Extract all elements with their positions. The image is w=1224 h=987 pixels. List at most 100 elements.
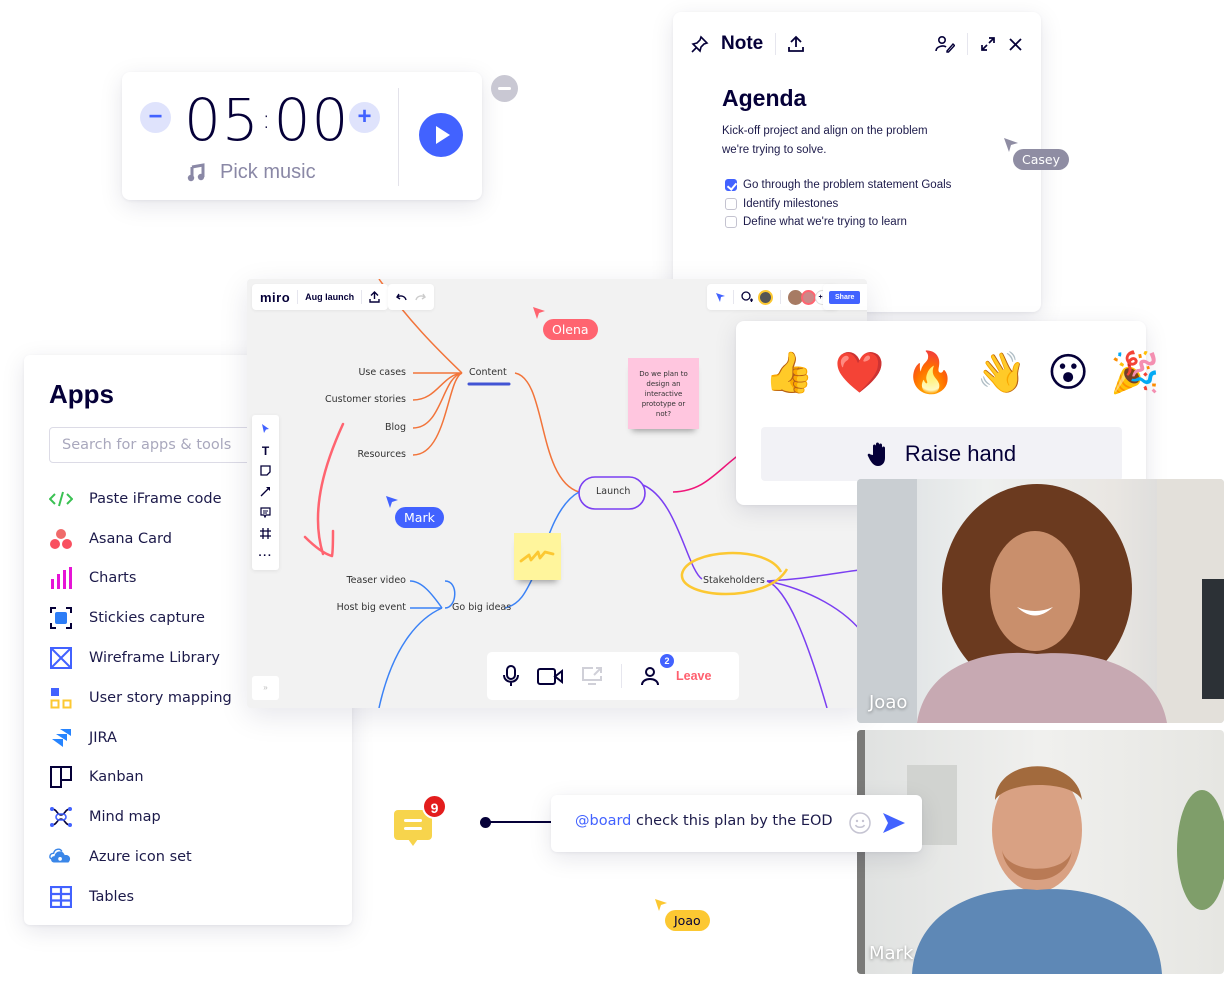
app-item-asana[interactable]: Asana Card [49,519,232,559]
checkbox-checked[interactable] [725,179,737,192]
avatar[interactable] [758,289,773,305]
expand-panel-button[interactable]: » [252,676,279,700]
frame-icon[interactable] [260,528,271,543]
music-note-icon [187,162,205,181]
checklist-item[interactable]: Go through the problem statement Goals [725,176,951,195]
microphone-icon[interactable] [503,665,519,687]
share-button[interactable]: Share [829,290,861,304]
participants-icon[interactable] [640,666,660,686]
sticky-note-icon[interactable] [260,465,271,480]
app-item-wireframe[interactable]: Wireframe Library [49,638,232,678]
wave-icon[interactable]: 👋 [976,347,1026,399]
timer-increment-button[interactable]: + [349,102,380,133]
board-name[interactable]: Aug launch [305,292,354,302]
video-tile-mark[interactable]: Mark [857,730,1224,974]
checkbox[interactable] [725,216,737,229]
app-label: Azure icon set [89,849,192,866]
timer-seconds: 00 [273,86,350,154]
mindmap-node[interactable]: Blog [385,422,406,433]
mindmap-node[interactable]: Customer stories [325,394,406,405]
mindmap-node[interactable]: Use cases [358,367,406,378]
mindmap-node[interactable]: Resources [357,449,406,460]
callbar-divider [621,664,622,688]
sticky-note-pink[interactable]: Do we plan to design an interactive prot… [628,358,699,429]
surprised-face-icon[interactable]: 😮 [1047,347,1089,399]
pick-music-label: Pick music [220,161,316,183]
app-item-user-story[interactable]: User story mapping [49,678,232,718]
party-popper-icon[interactable]: 🎉 [1110,347,1160,399]
avatar[interactable] [801,289,816,305]
select-icon[interactable] [261,423,270,438]
cursor-label-joao: Joao [665,910,710,931]
line-icon[interactable] [260,486,271,501]
pick-music-button[interactable]: Pick music [186,161,316,184]
undo-redo-toolbar [388,284,434,310]
cursor-follow-icon[interactable] [715,292,726,303]
user-edit-icon[interactable] [935,35,955,53]
raise-hand-button[interactable]: Raise hand [761,427,1122,481]
toolbar-divider [780,290,781,304]
expand-icon[interactable] [980,36,996,52]
mindmap-node[interactable]: Teaser video [346,575,406,586]
toolbar-divider [297,290,299,304]
story-map-icon [49,686,73,710]
app-item-kanban[interactable]: Kanban [49,758,232,798]
timer-display: 05:00 [184,86,349,154]
checklist-label: Identify milestones [743,197,839,210]
share-upload-icon[interactable] [369,291,380,303]
comment-line [404,827,422,830]
video-tile-joao[interactable]: Joao [857,479,1224,723]
video-camera-icon[interactable] [537,667,563,685]
leave-call-button[interactable]: Leave [676,669,711,683]
app-item-paste-iframe[interactable]: Paste iFrame code [49,479,232,519]
participant-name: Mark [869,943,914,964]
fire-icon[interactable]: 🔥 [906,347,956,399]
thumbs-up-icon[interactable]: 👍 [764,347,814,399]
minus-circle-icon[interactable] [491,75,518,102]
board-title-toolbar: miro Aug launch [252,284,389,310]
toolbar-divider [361,290,363,304]
app-item-charts[interactable]: Charts [49,559,232,599]
mindmap-node-go-big-ideas[interactable]: Go big ideas [452,602,511,613]
app-item-mind-map[interactable]: Mind map [49,797,232,837]
mindmap-node-content[interactable]: Content [469,367,507,378]
text-icon[interactable]: T [262,444,269,459]
note-checklist: Go through the problem statement Goals I… [725,176,951,232]
undo-icon[interactable] [396,293,407,301]
mindmap-node[interactable]: Host big event [337,602,406,613]
more-icon[interactable]: ··· [259,549,273,564]
mindmap-node-stakeholders[interactable]: Stakeholders [703,575,765,586]
send-icon[interactable] [882,812,906,834]
timer-decrement-button[interactable]: − [140,102,171,133]
comment-input[interactable]: @board check this plan by the EOD [551,795,922,852]
invite-icon[interactable] [741,291,753,303]
cursor-label-olena: Olena [543,319,598,340]
play-icon[interactable] [419,113,463,157]
note-heading: Agenda [722,85,807,111]
share-upload-icon[interactable] [788,35,805,53]
heart-icon[interactable]: ❤️ [835,347,885,399]
app-item-tables[interactable]: Tables [49,877,232,917]
checklist-label: Go through the problem statement Goals [743,179,952,192]
pin-icon[interactable] [691,35,709,53]
checklist-item[interactable]: Identify milestones [725,195,951,214]
comment-mention[interactable]: @board [575,813,631,829]
bar-chart-icon [49,566,73,590]
checklist-item[interactable]: Define what we're trying to learn [725,213,951,232]
cursor-arrow-icon [386,496,398,508]
toolbar-divider [733,290,734,304]
sticky-note-yellow[interactable] [514,533,561,580]
miro-logo[interactable]: miro [260,290,290,305]
redo-icon[interactable] [415,293,426,301]
screen-share-icon[interactable] [581,666,603,686]
app-item-stickies-capture[interactable]: Stickies capture [49,598,232,638]
close-icon[interactable] [1008,37,1023,52]
comment-icon[interactable] [260,507,271,522]
emoji-picker-icon[interactable] [849,812,871,834]
checkbox[interactable] [725,197,737,210]
app-item-azure[interactable]: Azure icon set [49,837,232,877]
app-label: Paste iFrame code [89,490,222,507]
app-item-jira[interactable]: JIRA [49,718,232,758]
mindmap-root-launch[interactable]: Launch [596,486,630,497]
azure-cloud-icon [49,845,73,869]
